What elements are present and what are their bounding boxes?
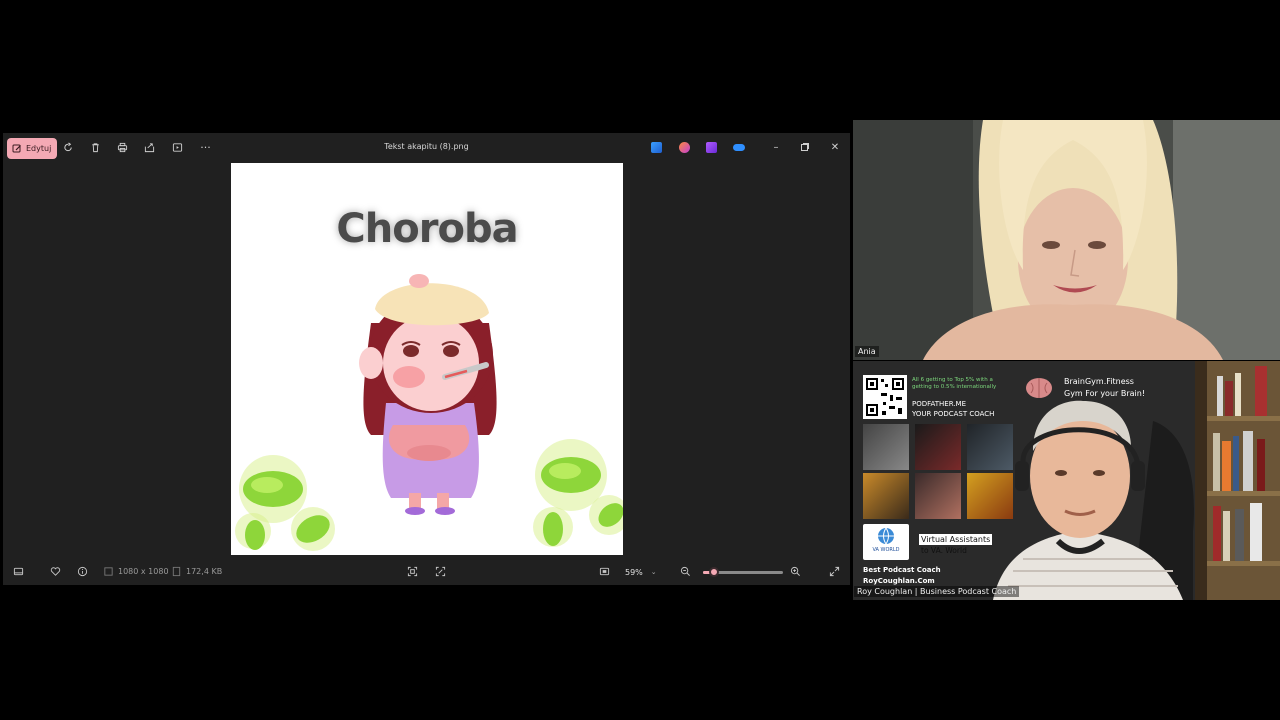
dimensions-value: 1080 x 1080 [118, 567, 169, 576]
displayed-image: Choroba [231, 163, 623, 555]
image-size-icon [104, 567, 113, 576]
screen: Edytuj ··· Tekst akapitu (8).png – ✕ Cho… [0, 0, 1280, 720]
print-icon[interactable] [116, 141, 129, 154]
girl-figure [359, 274, 497, 515]
podcast-thumb-4 [863, 473, 909, 519]
zoom-value: 59% [625, 567, 643, 577]
va-line-1: Virtual Assistants [919, 534, 993, 545]
share-icon[interactable] [143, 141, 156, 154]
promo-line: All 6 getting to Top 5% with a getting t… [912, 377, 997, 390]
edit-button-label: Edytuj [26, 144, 52, 153]
info-icon[interactable] [77, 566, 88, 577]
file-size-icon [172, 566, 181, 577]
edit-button[interactable]: Edytuj [7, 138, 58, 159]
minimize-icon[interactable]: – [769, 140, 783, 154]
actual-size-icon[interactable] [435, 566, 446, 577]
full-screen-icon[interactable] [829, 566, 840, 577]
chevron-down-icon: ⌄ [650, 568, 657, 576]
germ-left [235, 455, 335, 551]
podcast-thumb-5 [915, 473, 961, 519]
best-coach-line: Best Podcast Coach [863, 566, 941, 574]
close-icon[interactable]: ✕ [828, 140, 842, 154]
participant-video-roy [993, 400, 1194, 600]
more-options-icon[interactable]: ··· [199, 141, 212, 154]
video-tile-ania[interactable]: Ania [853, 120, 1280, 360]
clipchamp-icon[interactable] [651, 142, 662, 153]
video-tile-roy[interactable]: All 6 getting to Top 5% with a getting t… [853, 361, 1280, 600]
filmstrip-icon[interactable] [13, 566, 24, 577]
file-size-value: 172,4 KB [186, 567, 223, 576]
photo-viewer-window: Edytuj ··· Tekst akapitu (8).png – ✕ Cho… [3, 133, 850, 585]
podfather-title: PODFATHER.ME [912, 400, 967, 408]
fit-to-window-icon[interactable] [407, 566, 418, 577]
podcast-thumb-1 [863, 424, 909, 470]
podcast-thumb-2 [915, 424, 961, 470]
slideshow-icon[interactable] [171, 141, 184, 154]
rotate-icon[interactable] [62, 141, 75, 154]
qr-code-icon [863, 375, 907, 419]
zoom-out-icon[interactable] [680, 566, 691, 577]
participant-video-ania [853, 120, 1280, 360]
germ-right [533, 439, 623, 547]
favorite-icon[interactable] [50, 566, 61, 577]
participant-name-roy: Roy Coughlan | Business Podcast Coach [854, 586, 1020, 597]
designer-icon[interactable] [679, 142, 690, 153]
title-bar: Edytuj ··· Tekst akapitu (8).png – ✕ [3, 133, 850, 162]
zoom-slider-thumb[interactable] [709, 567, 720, 577]
braingym-title: BrainGym.Fitness [1064, 377, 1134, 386]
zoom-dropdown[interactable]: 59% ⌄ [621, 564, 667, 580]
globe-icon [878, 527, 894, 545]
image-headline: Choroba [336, 206, 518, 252]
va-logo-text: VA WORLD [872, 547, 900, 553]
clipchamp-video-icon[interactable] [706, 142, 717, 153]
onedrive-icon[interactable] [733, 144, 745, 151]
va-line-2: to VA. World [921, 546, 967, 555]
zoom-fit-icon[interactable] [599, 566, 610, 577]
status-bar: 1080 x 1080 172,4 KB 59% ⌄ [3, 559, 850, 585]
maximize-icon[interactable] [798, 140, 812, 154]
edit-icon [12, 144, 21, 152]
zoom-slider[interactable] [703, 567, 783, 577]
window-title: Tekst akapitu (8).png [384, 142, 469, 151]
file-size: 172,4 KB [171, 566, 222, 577]
zoom-in-icon[interactable] [790, 566, 801, 577]
delete-icon[interactable] [89, 141, 102, 154]
va-world-logo: VA WORLD [863, 524, 909, 560]
participant-name-ania: Ania [855, 346, 879, 357]
image-dimensions: 1080 x 1080 [103, 566, 169, 577]
coach-website: RoyCoughlan.Com [863, 577, 935, 585]
